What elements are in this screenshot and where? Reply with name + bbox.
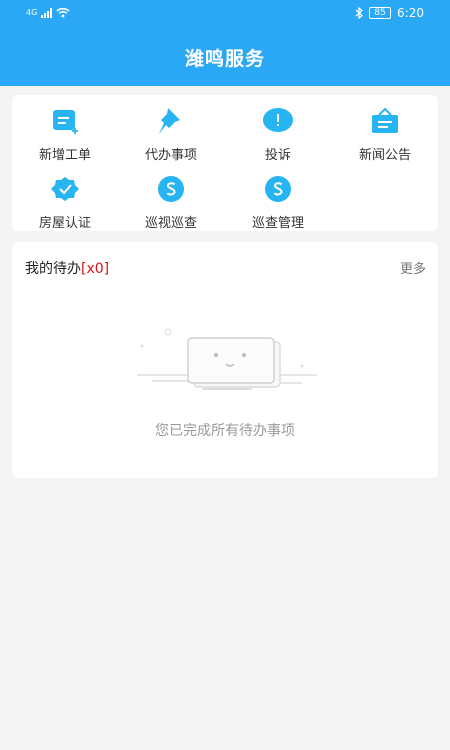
menu-item-pending[interactable]: 代办事项: [118, 107, 224, 171]
empty-message: 您已完成所有待办事项: [155, 423, 295, 439]
new-ticket-icon: [48, 107, 82, 135]
menu-label: 投诉: [264, 148, 291, 163]
s-loop-icon: [261, 175, 295, 203]
exclamation-icon: [261, 107, 295, 135]
menu-item-patrol-manage[interactable]: 巡查管理: [225, 175, 331, 239]
menu-label: 巡查管理: [251, 216, 304, 231]
s-loop-icon: [154, 175, 188, 203]
empty-illustration: [132, 322, 322, 402]
todo-card: 我的待办[x0] 更多 您已完成所有待办事项: [12, 242, 438, 478]
menu-item-news[interactable]: 新闻公告: [332, 107, 438, 171]
status-bar: 4G 85 6:20: [0, 0, 450, 28]
service-menu: 新增工单 代办事项 投诉 新闻公告 房屋认证 巡视巡查 巡查管理: [12, 95, 438, 231]
pin-icon: [154, 107, 188, 135]
news-icon: [368, 107, 402, 135]
menu-item-complaint[interactable]: 投诉: [225, 107, 331, 171]
menu-label: 巡视巡查: [144, 216, 197, 231]
battery-indicator: 85: [369, 7, 392, 19]
menu-label: 代办事项: [144, 148, 197, 163]
menu-label: 房屋认证: [38, 216, 91, 231]
menu-label: 新闻公告: [358, 148, 411, 163]
badge-check-icon: [48, 175, 82, 203]
menu-item-house-verify[interactable]: 房屋认证: [12, 175, 118, 239]
menu-label: 新增工单: [38, 148, 91, 163]
more-link[interactable]: 更多: [400, 258, 426, 277]
network-type: 4G: [26, 8, 38, 17]
todo-count: [x0]: [81, 261, 110, 277]
todo-title: 我的待办[x0]: [25, 258, 109, 278]
menu-item-patrol[interactable]: 巡视巡查: [118, 175, 224, 239]
wifi-icon: [56, 7, 70, 18]
todo-title-text: 我的待办: [25, 261, 81, 277]
clock: 6:20: [397, 6, 424, 20]
menu-item-new-ticket[interactable]: 新增工单: [12, 107, 118, 171]
signal-icon: [41, 7, 53, 18]
page-title: 潍鸣服务: [184, 48, 265, 70]
bluetooth-icon: [355, 7, 363, 19]
app-header: 4G 85 6:20 潍鸣服务: [0, 0, 450, 86]
